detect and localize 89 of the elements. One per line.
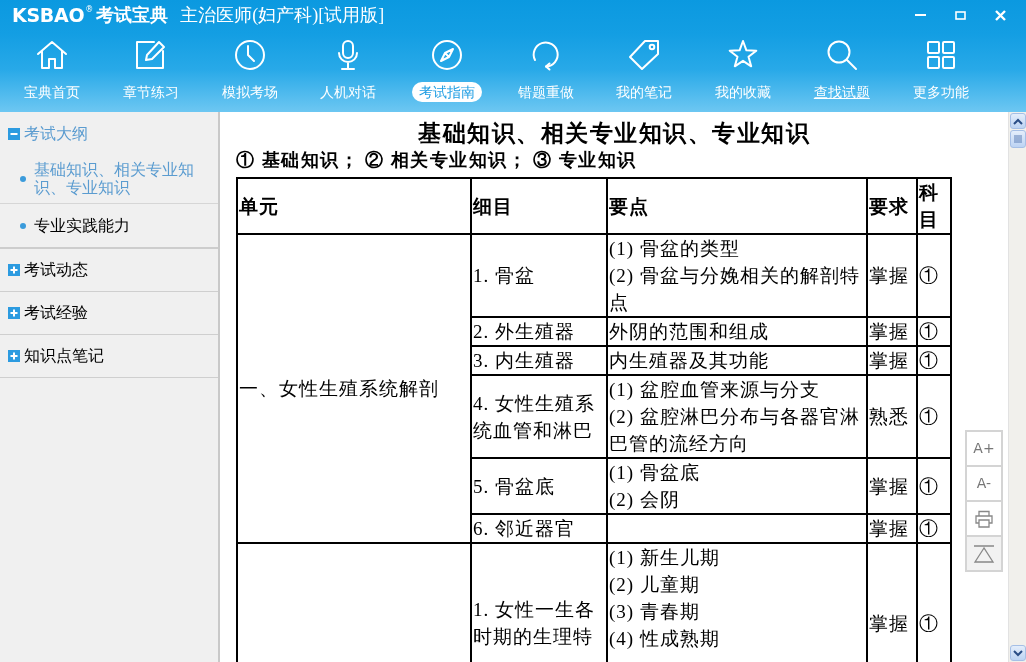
key-point-text: (2) 盆腔淋巴分布与各器官淋巴管的流经方向	[609, 405, 861, 456]
plus-square-icon	[8, 307, 20, 319]
key-point-text: (1) 骨盆的类型	[609, 237, 741, 261]
subitem-text: 2. 外生殖器	[473, 320, 576, 344]
logo-text: KSBAO	[12, 4, 85, 26]
requirement-text: 熟悉	[869, 405, 910, 429]
toolbar-button[interactable]: 我的收藏	[693, 30, 793, 112]
subitem-text: 1. 女性一生各时期的生理特	[473, 598, 596, 649]
print-button[interactable]	[965, 500, 1003, 537]
requirement-text: 掌握	[869, 474, 910, 499]
subject-text: ①	[919, 405, 940, 429]
unit-text: 一、女性生殖系统解剖	[239, 377, 440, 401]
bar-triangle-icon	[973, 544, 995, 563]
key-point-text: (3) 青春期	[609, 600, 701, 624]
toolbar-button[interactable]: 错题重做	[496, 30, 596, 112]
plus-square-icon	[8, 350, 20, 362]
key-point-text: (2) 骨盆与分娩相关的解剖特点	[609, 264, 861, 315]
key-point-text: (2) 会阴	[609, 488, 681, 512]
key-point-text: (2) 儿童期	[609, 573, 701, 597]
sidebar-section[interactable]: 考试大纲	[0, 112, 218, 155]
toolbar-button[interactable]: 人机对话	[299, 30, 398, 112]
column-header: 科目	[917, 178, 951, 234]
requirement-text: 掌握	[869, 264, 910, 288]
legend-text: ① 基础知识； ② 相关专业知识； ③ 专业知识	[236, 149, 638, 171]
key-point-text: (1) 骨盆底	[609, 461, 701, 485]
maximize-icon	[954, 10, 966, 20]
search-icon	[825, 39, 858, 71]
scroll-up-button[interactable]	[1009, 113, 1026, 129]
key-point-text: 外阴的范围和组成	[609, 320, 770, 344]
scroll-down-button[interactable]	[1009, 645, 1026, 661]
logo-name: 考试宝典	[96, 4, 169, 26]
requirement-text: 掌握	[869, 349, 910, 373]
grid-icon	[924, 39, 957, 71]
sidebar-item[interactable]: 专业实践能力	[0, 204, 218, 247]
registered-mark: ®	[85, 5, 94, 15]
subject-text: ①	[919, 474, 940, 499]
plus-square-icon	[8, 264, 20, 276]
subitem-text: 1. 骨盆	[473, 264, 536, 288]
document-heading: 基础知识、相关专业知识、专业知识	[417, 120, 811, 148]
column-header: 要点	[607, 178, 867, 234]
bullet-dot-icon	[20, 176, 26, 182]
bullet-dot-icon	[20, 222, 26, 229]
window-title: 主治医师(妇产科)[试用版]	[180, 4, 385, 26]
toolbar-button[interactable]: 模拟考场	[200, 30, 300, 112]
toolbar-button[interactable]: 宝典首页	[3, 30, 102, 112]
toolbar-button[interactable]: 章节练习	[101, 30, 201, 112]
clock-icon	[233, 39, 266, 71]
chevron-down-icon	[1012, 649, 1023, 657]
subject-text: ①	[919, 517, 940, 541]
subitem-text: 4. 女性生殖系统血管和淋巴	[473, 391, 596, 443]
requirement-text: 掌握	[869, 611, 910, 636]
chevron-up-icon	[1012, 117, 1023, 125]
key-point-text: (4) 性成熟期	[609, 627, 721, 651]
requirement-text: 掌握	[869, 320, 910, 344]
minimize-icon	[914, 14, 926, 16]
close-icon	[994, 9, 1006, 21]
key-point-text: 内生殖器及其功能	[609, 349, 770, 373]
column-header: 单元	[237, 178, 471, 234]
grip-lines-icon	[1013, 135, 1022, 143]
sidebar-item[interactable]: 基础知识、相关专业知识、专业知识	[0, 155, 218, 204]
font-increase-button[interactable]: A+	[965, 430, 1003, 467]
key-point-text: (1) 盆腔血管来源与分支	[609, 378, 821, 402]
compass-icon	[431, 39, 464, 71]
toolbar-button[interactable]: 更多功能	[891, 30, 990, 112]
scroll-top-button[interactable]	[965, 535, 1003, 572]
subitem-text: 6. 邻近器官	[473, 517, 576, 541]
subject-text: ①	[919, 320, 940, 344]
column-header: 细目	[471, 178, 607, 234]
subject-text: ①	[919, 264, 940, 288]
subitem-text: 5. 骨盆底	[473, 474, 556, 499]
tag-icon	[628, 39, 661, 71]
subject-text: ①	[919, 611, 940, 636]
key-point-text: (1) 新生儿期	[609, 546, 721, 570]
sidebar-section[interactable]: 知识点笔记	[0, 335, 218, 378]
scrollbar-thumb[interactable]	[1009, 130, 1026, 148]
font-decrease-button[interactable]: A-	[965, 465, 1003, 502]
printer-icon	[974, 509, 994, 528]
pencil-square-icon	[135, 39, 168, 71]
sidebar-section[interactable]: 考试经验	[0, 292, 218, 335]
toolbar-button[interactable]: 考试指南	[397, 30, 497, 112]
home-icon	[36, 39, 69, 71]
toolbar-button[interactable]: 我的笔记	[595, 30, 694, 112]
column-header: 要求	[867, 178, 917, 234]
subject-text: ①	[919, 349, 940, 373]
sidebar-section[interactable]: 考试动态	[0, 249, 218, 292]
minus-square-icon	[8, 127, 20, 140]
subitem-text: 3. 内生殖器	[473, 349, 576, 373]
toolbar-button[interactable]: 查找试题	[792, 30, 892, 112]
requirement-text: 掌握	[869, 517, 910, 541]
